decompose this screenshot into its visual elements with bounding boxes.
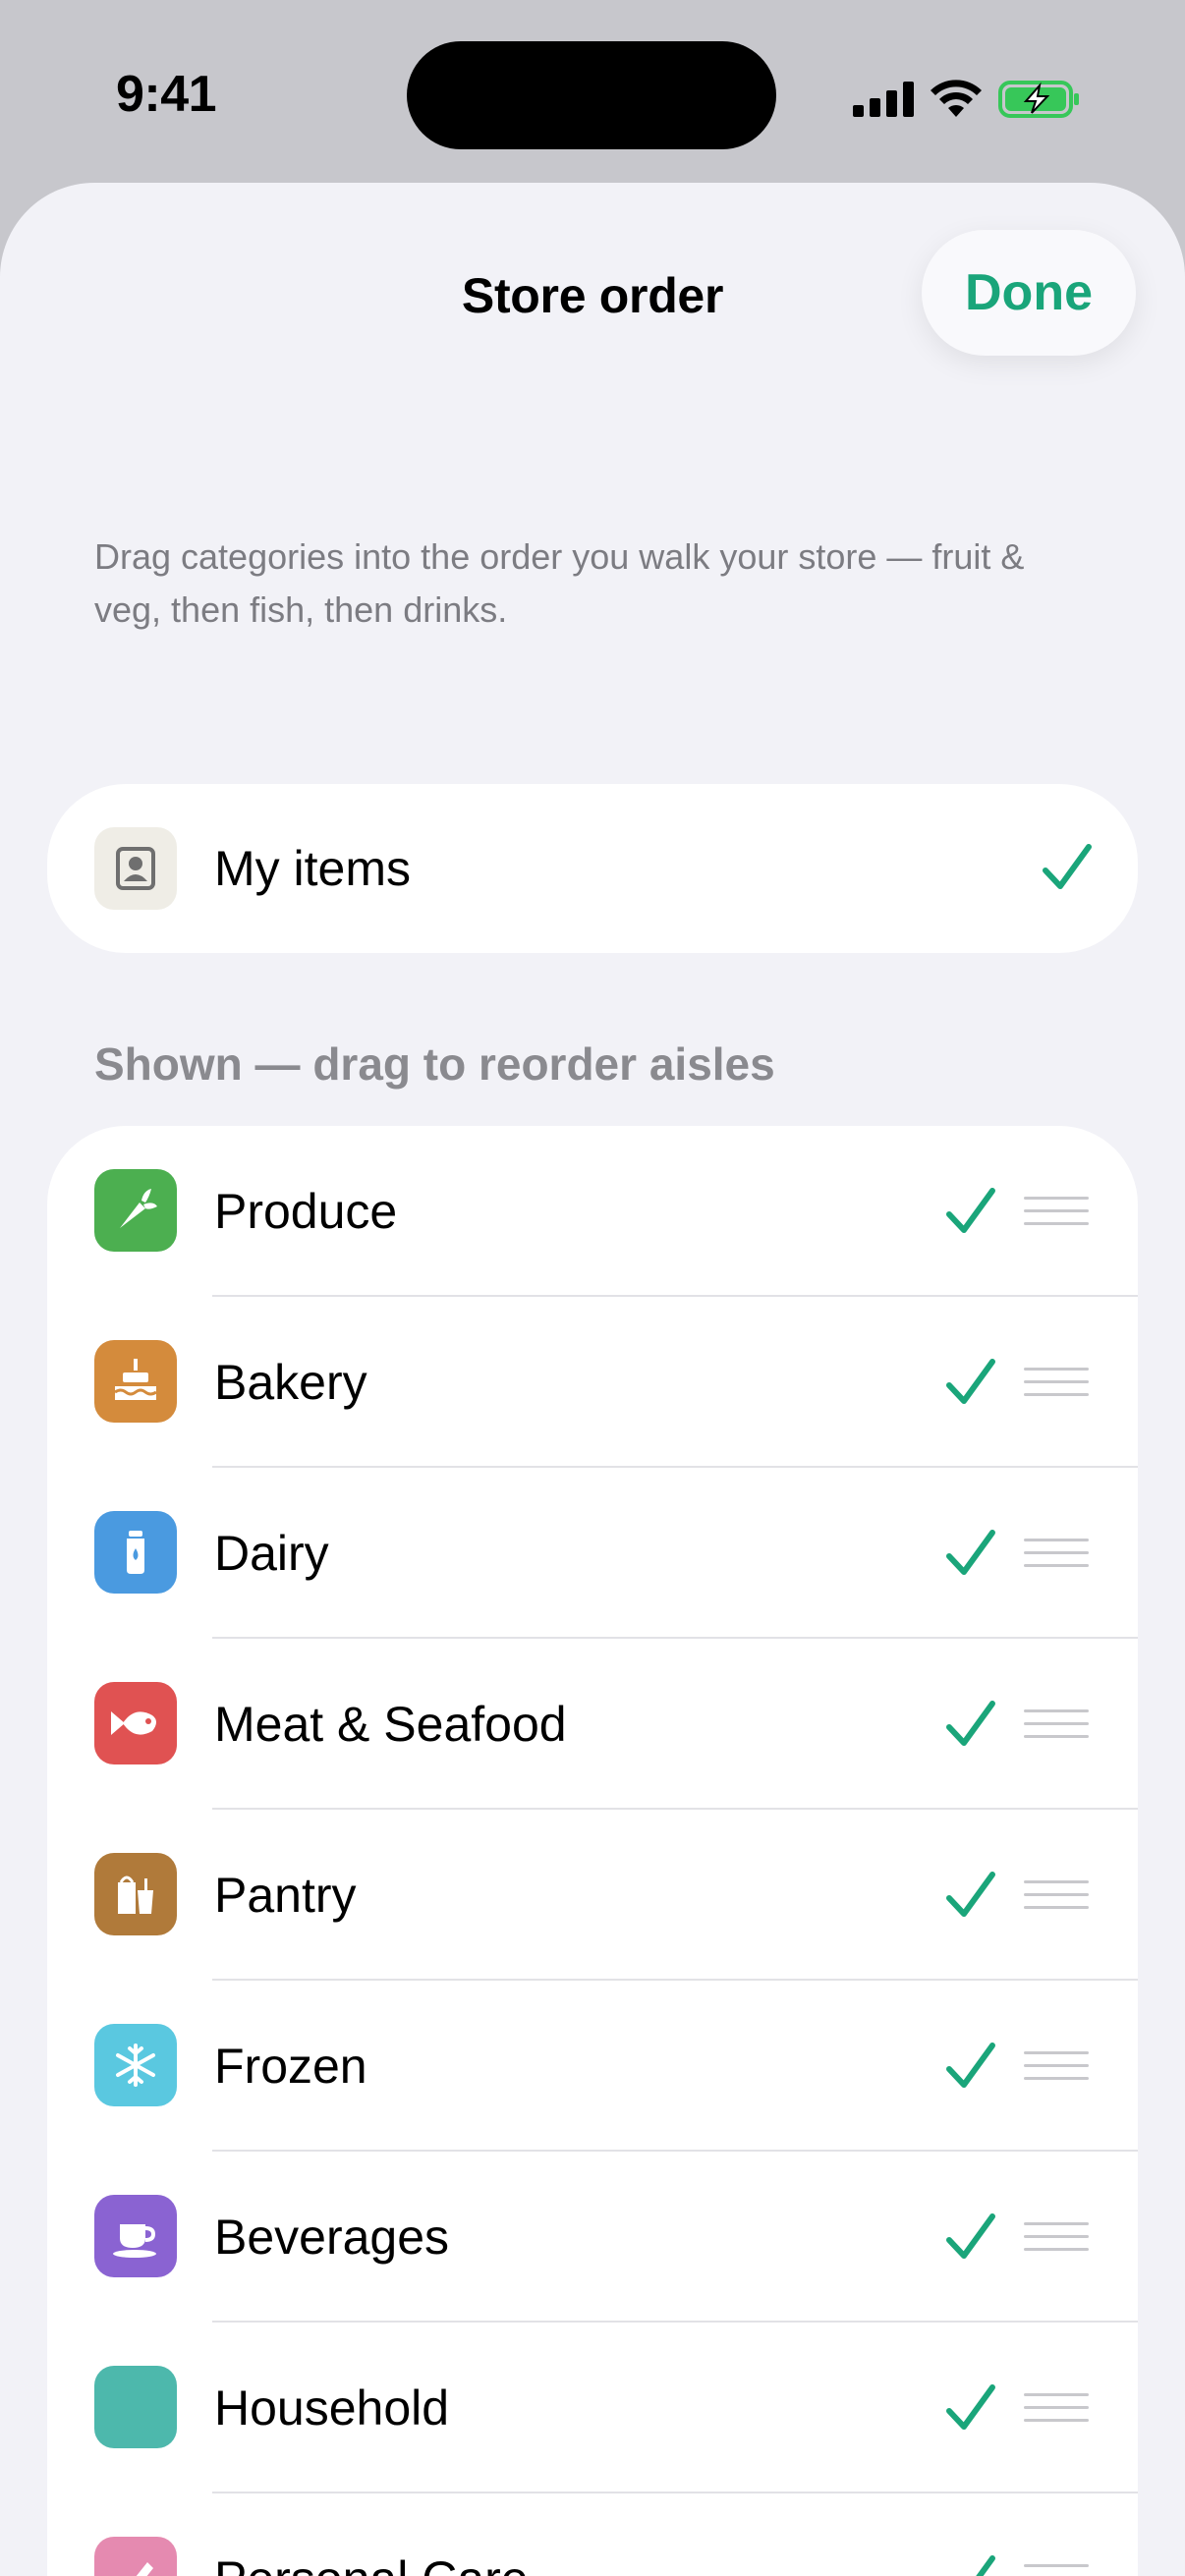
category-row-pantry[interactable]: Pantry [47, 1810, 1138, 1981]
checkmark-icon[interactable] [943, 1185, 998, 1240]
checkmark-icon[interactable] [1040, 841, 1095, 896]
drag-handle-icon[interactable] [1024, 2222, 1089, 2252]
category-row-personal-care[interactable]: Personal Care [47, 2493, 1138, 2576]
milk-bottle-icon [94, 1511, 177, 1594]
category-label: Personal Care [214, 2493, 529, 2576]
drag-handle-icon[interactable] [1024, 2051, 1089, 2081]
checkmark-icon[interactable] [943, 2552, 998, 2576]
category-label: Pantry [214, 1868, 357, 1923]
dynamic-island [407, 41, 776, 149]
instructions-text: Drag categories into the order you walk … [94, 536, 1025, 630]
checkmark-icon[interactable] [943, 2040, 998, 2095]
checkmark-icon[interactable] [943, 2211, 998, 2266]
battery-charging-icon [998, 81, 1079, 118]
category-row-bakery[interactable]: Bakery [47, 1297, 1138, 1468]
pantry-icon [94, 1853, 177, 1935]
category-row-dairy[interactable]: Dairy [47, 1468, 1138, 1639]
drag-handle-icon[interactable] [1024, 1880, 1089, 1910]
category-label: Beverages [214, 2210, 450, 2265]
carrot-icon [94, 1169, 177, 1252]
wifi-icon [931, 80, 982, 117]
person-square-icon [94, 827, 177, 910]
drag-handle-icon[interactable] [1024, 1709, 1089, 1739]
drag-handle-icon[interactable] [1024, 1197, 1089, 1226]
checkmark-icon[interactable] [943, 1698, 998, 1753]
drag-handle-icon[interactable] [1024, 1368, 1089, 1397]
fish-icon [94, 1682, 177, 1764]
category-row-meat-seafood[interactable]: Meat & Seafood [47, 1639, 1138, 1810]
status-icons [853, 65, 1081, 134]
store-order-sheet: Store order Done Drag categories into th… [0, 183, 1185, 2576]
checkmark-icon[interactable] [943, 1527, 998, 1582]
category-label: Meat & Seafood [214, 1697, 567, 1752]
status-bar: 9:41 [0, 0, 1185, 187]
category-label: Dairy [214, 1526, 329, 1581]
category-label: Produce [214, 1184, 398, 1239]
drag-handle-icon[interactable] [1024, 2393, 1089, 2423]
category-row-frozen[interactable]: Frozen [47, 1981, 1138, 2152]
comb-icon [94, 2537, 177, 2576]
checkmark-icon[interactable] [943, 1869, 998, 1924]
household-icon [94, 2366, 177, 2448]
snowflake-icon [94, 2024, 177, 2106]
cup-icon [94, 2195, 177, 2277]
category-label: Frozen [214, 2039, 367, 2094]
cake-icon [94, 1340, 177, 1423]
status-time: 9:41 [116, 66, 217, 123]
cellular-signal-icon [853, 82, 914, 117]
drag-handle-icon[interactable] [1024, 2564, 1089, 2576]
category-row-beverages[interactable]: Beverages [47, 2152, 1138, 2323]
drag-handle-icon[interactable] [1024, 1539, 1089, 1568]
category-label: Household [214, 2380, 450, 2436]
checkmark-icon[interactable] [943, 1356, 998, 1411]
shown-categories-list: Produce Bakery Dairy Meat & Seafood Pant… [47, 1126, 1138, 2576]
done-button[interactable]: Done [922, 230, 1136, 356]
my-items-card: My items [47, 784, 1138, 953]
my-items-label: My items [214, 841, 411, 896]
section-header-shown: Shown — drag to reorder aisles [94, 1038, 775, 1090]
category-row-produce[interactable]: Produce [47, 1126, 1138, 1297]
my-items-row[interactable]: My items [47, 784, 1138, 953]
category-label: Bakery [214, 1355, 367, 1410]
category-row-household[interactable]: Household [47, 2323, 1138, 2493]
checkmark-icon[interactable] [943, 2381, 998, 2436]
